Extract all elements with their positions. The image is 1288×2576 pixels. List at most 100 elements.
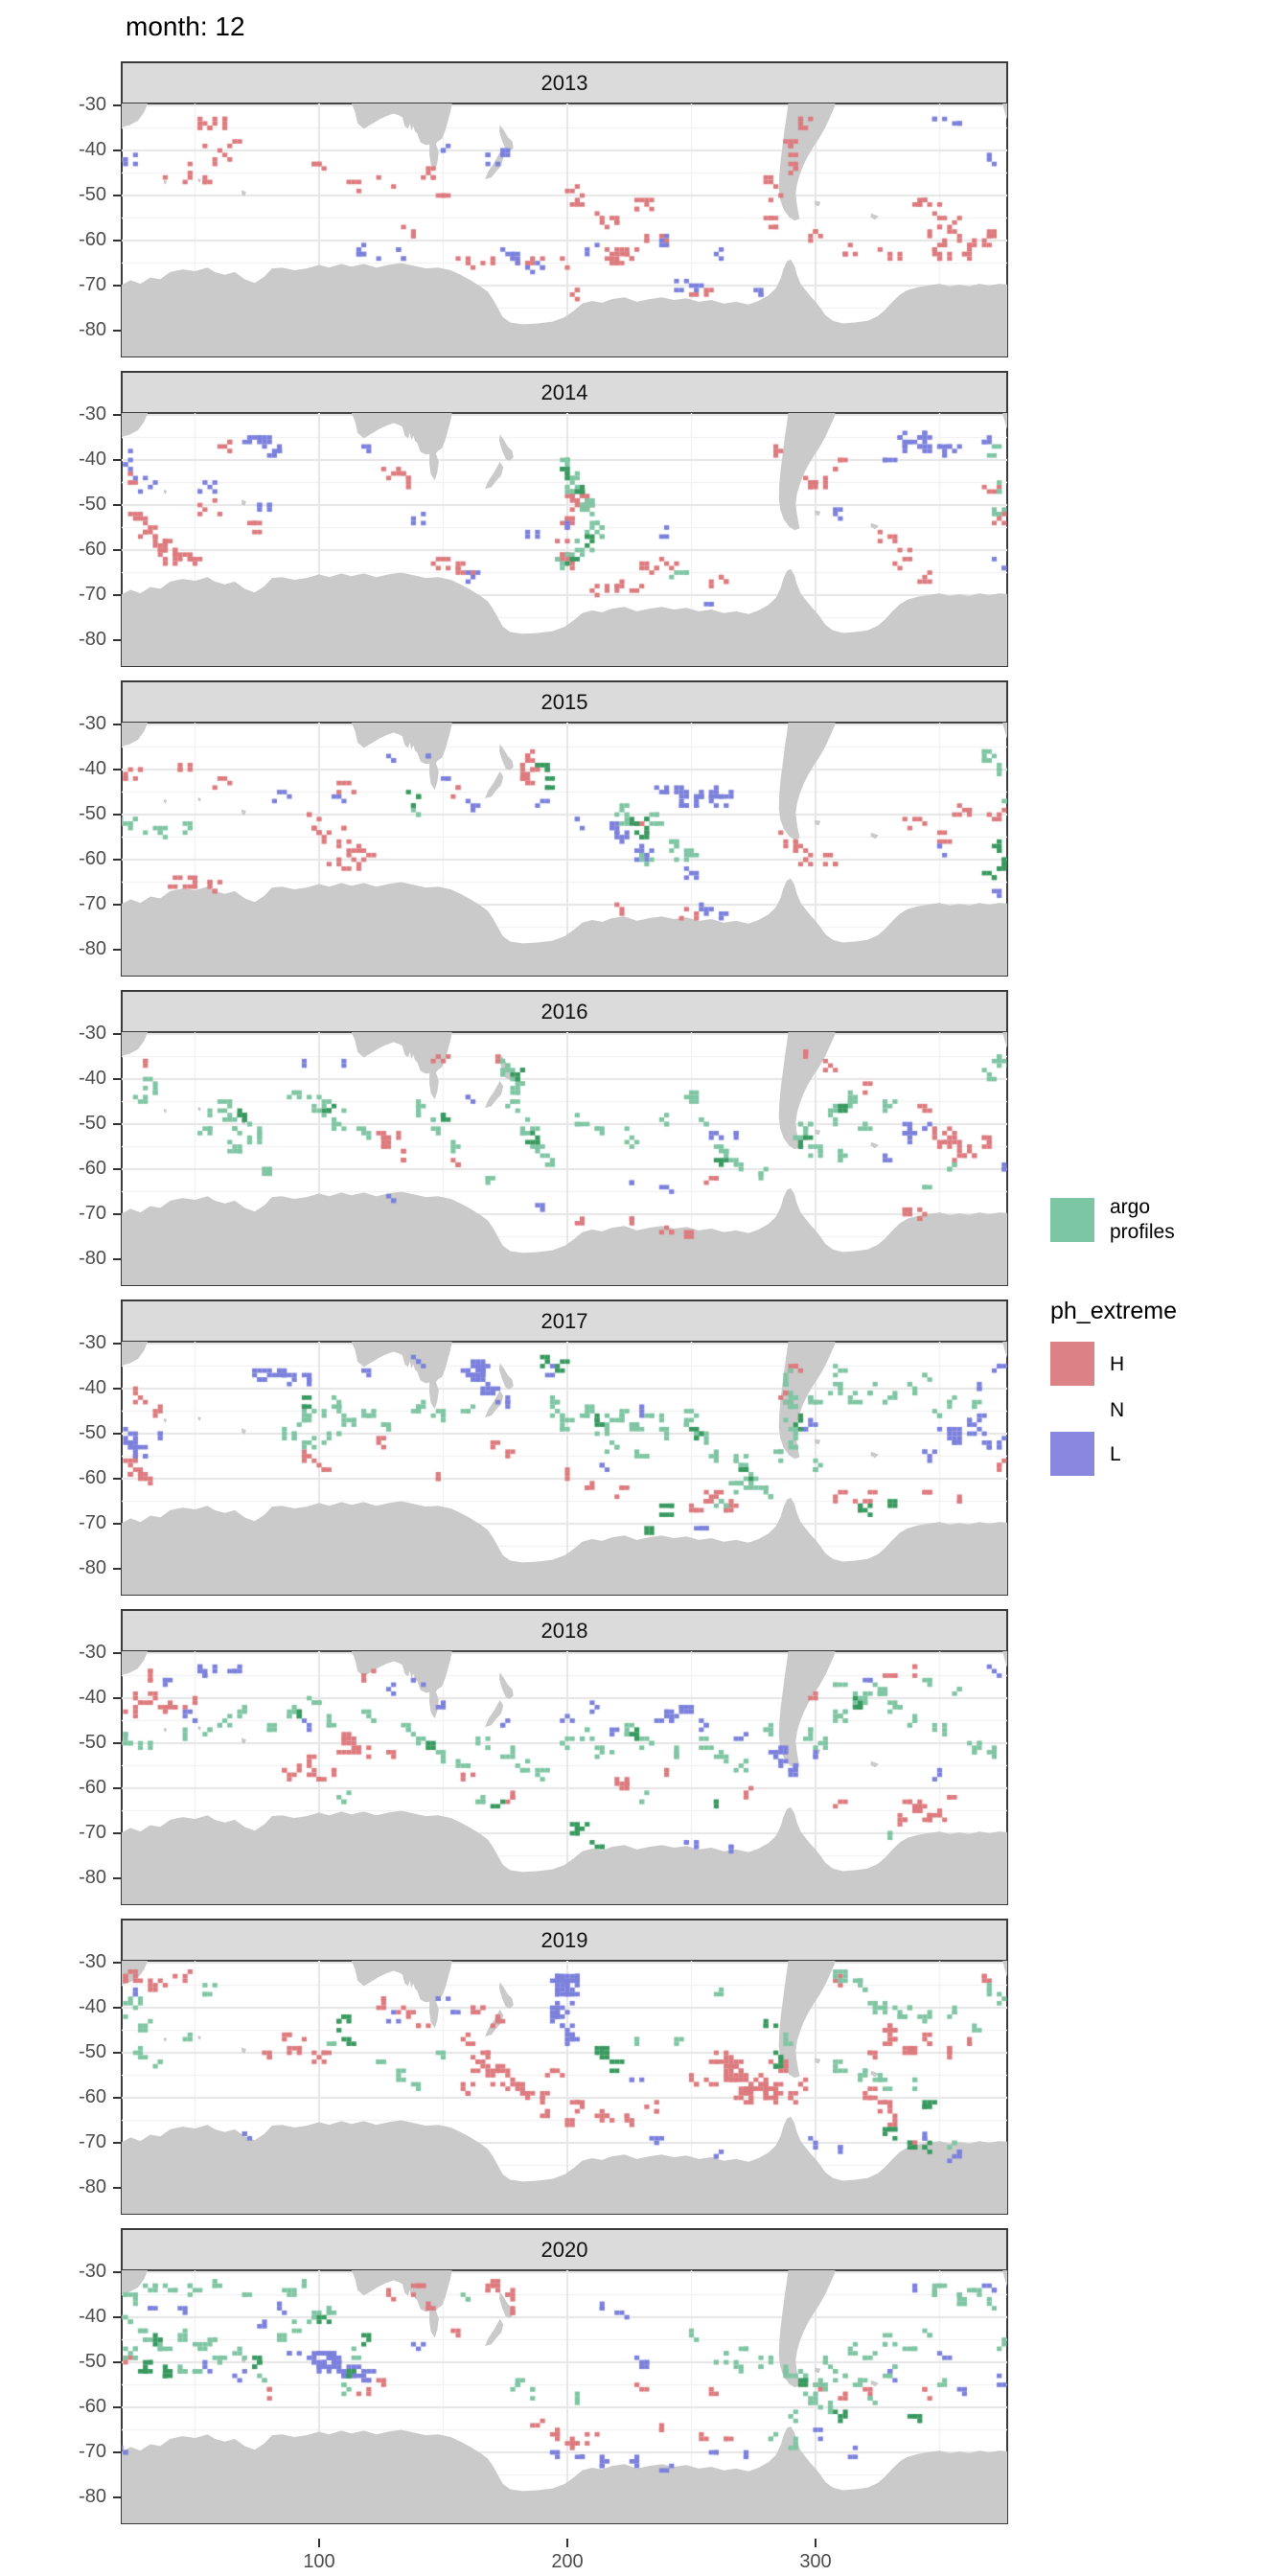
y-tick-label: -70 [49, 1203, 106, 1225]
y-tick-label: -40 [49, 1687, 106, 1709]
x-tick-mark [566, 2539, 568, 2547]
y-tick-label: -50 [49, 2351, 106, 2373]
legend-label-h: H [1110, 1352, 1124, 1377]
facet-strip-label: 2019 [541, 1928, 588, 1953]
y-tick-mark [113, 240, 122, 242]
y-tick-mark [113, 2007, 122, 2009]
y-tick-label: -30 [49, 1642, 106, 1664]
y-tick-mark [113, 814, 122, 816]
map-panel-2019 [122, 1961, 1007, 2214]
y-tick-mark [113, 2271, 122, 2273]
y-tick-label: -30 [49, 713, 106, 735]
legend-label-argo: argo profiles [1110, 1195, 1175, 1245]
chart-title: month: 12 [126, 12, 245, 42]
y-tick-label: -70 [49, 274, 106, 296]
facet-2017: 2017-30-40-50-60-70-80 [0, 1300, 1007, 1595]
y-tick-mark [113, 549, 122, 551]
facet-2014: 2014-30-40-50-60-70-80 [0, 372, 1007, 666]
data-points-layer-2020 [122, 2270, 1007, 2523]
legend-key-argo-swatch [1050, 1198, 1094, 1242]
y-tick-label: -50 [49, 803, 106, 825]
y-tick-mark [113, 2052, 122, 2054]
y-tick-mark [113, 504, 122, 506]
map-panel-2017 [122, 1342, 1007, 1595]
y-tick-label: -80 [49, 938, 106, 960]
legend-key-n-swatch [1050, 1388, 1094, 1432]
facet-strip-label: 2017 [541, 1309, 588, 1334]
data-points-layer-2019 [122, 1961, 1007, 2214]
facet-strip-label: 2018 [541, 1619, 588, 1644]
y-tick-label: -60 [49, 539, 106, 561]
y-tick-mark [113, 104, 122, 106]
y-tick-label: -40 [49, 1996, 106, 2018]
x-tick-mark [318, 2539, 320, 2547]
legend-label-argo-line1: argo [1110, 1195, 1175, 1220]
y-tick-mark [113, 1078, 122, 1080]
y-tick-label: -80 [49, 1248, 106, 1270]
map-panel-2014 [122, 413, 1007, 666]
y-tick-mark [113, 1652, 122, 1654]
legend-label-l: L [1110, 1442, 1121, 1467]
y-tick-mark [113, 1033, 122, 1035]
facet-strip-2014: 2014 [122, 372, 1007, 413]
y-tick-label: -60 [49, 2396, 106, 2418]
y-tick-mark [113, 769, 122, 770]
map-panel-2013 [122, 104, 1007, 356]
facet-2016: 2016-30-40-50-60-70-80 [0, 991, 1007, 1285]
facet-strip-label: 2014 [541, 380, 588, 405]
y-tick-mark [113, 1523, 122, 1525]
facet-strip-2019: 2019 [122, 1920, 1007, 1961]
y-tick-mark [113, 2496, 122, 2498]
y-tick-label: -40 [49, 758, 106, 780]
data-points-layer-2016 [122, 1032, 1007, 1285]
y-axis-2015: -30-40-50-60-70-80 [0, 723, 122, 976]
y-tick-mark [113, 1478, 122, 1480]
facet-2013: 2013-30-40-50-60-70-80 [0, 62, 1007, 356]
y-tick-mark [113, 1388, 122, 1390]
map-panel-2016 [122, 1032, 1007, 1285]
y-tick-mark [113, 150, 122, 151]
y-tick-mark [113, 2406, 122, 2408]
y-tick-mark [113, 195, 122, 196]
y-tick-mark [113, 1168, 122, 1170]
y-tick-mark [113, 1568, 122, 1570]
legend-key-l-swatch [1050, 1432, 1094, 1476]
x-tick-label: 300 [777, 2551, 854, 2573]
y-tick-label: -50 [49, 184, 106, 206]
y-tick-mark [113, 1697, 122, 1699]
y-tick-label: -30 [49, 2261, 106, 2283]
y-axis-2014: -30-40-50-60-70-80 [0, 413, 122, 666]
y-tick-label: -80 [49, 629, 106, 651]
y-tick-mark [113, 2316, 122, 2318]
y-tick-mark [113, 1343, 122, 1345]
y-tick-label: -80 [49, 319, 106, 341]
facet-strip-label: 2016 [541, 1000, 588, 1024]
y-tick-label: -50 [49, 2041, 106, 2063]
y-tick-mark [113, 724, 122, 725]
y-tick-mark [113, 1213, 122, 1215]
y-tick-mark [113, 1258, 122, 1260]
y-tick-label: -80 [49, 2176, 106, 2198]
y-tick-label: -40 [49, 1377, 106, 1399]
y-tick-label: -70 [49, 2131, 106, 2153]
y-tick-label: -70 [49, 893, 106, 915]
facet-strip-2020: 2020 [122, 2229, 1007, 2270]
y-tick-mark [113, 1123, 122, 1125]
y-tick-mark [113, 2361, 122, 2363]
legend-key-h-swatch [1050, 1342, 1094, 1386]
x-tick-label: 100 [281, 2551, 357, 2573]
y-tick-label: -60 [49, 848, 106, 870]
facet-strip-2016: 2016 [122, 991, 1007, 1032]
data-points-layer-2017 [122, 1342, 1007, 1595]
y-tick-mark [113, 1787, 122, 1789]
y-tick-label: -60 [49, 2086, 106, 2108]
y-tick-label: -40 [49, 2306, 106, 2328]
y-axis-2016: -30-40-50-60-70-80 [0, 1032, 122, 1285]
y-tick-label: -70 [49, 2441, 106, 2463]
y-axis-2018: -30-40-50-60-70-80 [0, 1651, 122, 1904]
y-tick-label: -70 [49, 1822, 106, 1844]
y-tick-label: -50 [49, 494, 106, 516]
facet-strip-label: 2020 [541, 2238, 588, 2263]
y-tick-mark [113, 1742, 122, 1744]
data-points-layer-2015 [122, 723, 1007, 976]
